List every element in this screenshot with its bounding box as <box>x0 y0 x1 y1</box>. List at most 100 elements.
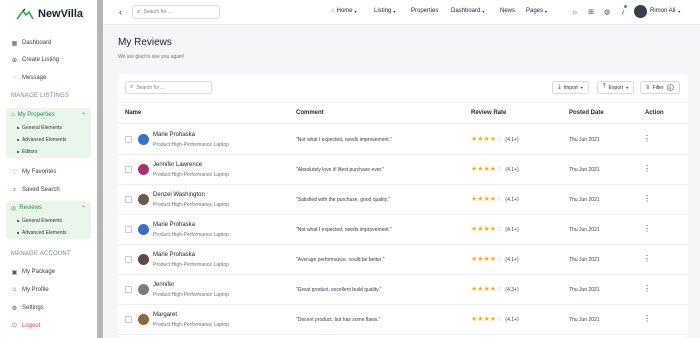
more-options-icon[interactable]: ⋮ <box>643 135 651 143</box>
star-empty-icon: ☆ <box>496 136 503 143</box>
table-row: Marie Prohaska Product:High-Performance L… <box>118 215 688 245</box>
more-options-icon[interactable]: ⋮ <box>643 315 651 323</box>
sidebar-item-saved-search[interactable]: ⌕ Saved Search <box>0 183 97 197</box>
scrollbar-thumb[interactable] <box>97 0 103 338</box>
row-checkbox[interactable] <box>125 226 132 233</box>
chevron-down-icon: ▾ <box>545 8 548 14</box>
more-options-icon[interactable]: ⋮ <box>643 195 651 203</box>
star-rating: ★ ★ ★ ★ ☆ (4.3+) <box>471 286 519 293</box>
user-menu[interactable]: Rimon Ali ▾ <box>650 8 680 14</box>
topbar-search-input[interactable]: ⌕ Search for ... <box>132 5 220 19</box>
sidebar-item-message[interactable]: ◌ Message <box>0 71 97 85</box>
row-checkbox[interactable] <box>125 286 132 293</box>
column-header-name[interactable]: Name <box>125 110 141 116</box>
sidebar-subitem-editors[interactable]: Editors <box>6 146 91 158</box>
user-avatar[interactable] <box>634 5 647 18</box>
more-options-icon[interactable]: ⋮ <box>643 165 651 173</box>
menu-label: News <box>500 8 516 14</box>
posted-date: Thu Jun 2021 <box>569 137 600 143</box>
chevron-up-icon: ⌃ <box>80 205 86 212</box>
menu-label: Properties <box>411 8 439 14</box>
reviewer-name[interactable]: Margaret <box>153 312 177 318</box>
more-options-icon[interactable]: ⋮ <box>643 225 651 233</box>
row-checkbox[interactable] <box>125 196 132 203</box>
column-header-review-rate[interactable]: Review Rate <box>471 110 506 116</box>
sidebar-item-my-profile[interactable]: ☺ My Profile <box>0 283 97 297</box>
review-icon: ◎ <box>11 205 17 212</box>
sidebar-subitem-advanced-elements[interactable]: Advanced Elements <box>6 134 91 146</box>
more-options-icon[interactable]: ⋮ <box>643 285 651 293</box>
star-rating: ★ ★ ★ ★ ☆ (4.1+) <box>471 316 519 323</box>
menu-properties[interactable]: Properties <box>411 8 438 14</box>
package-icon: ▣ <box>11 269 18 276</box>
apps-grid-icon[interactable]: ⊞ <box>586 7 596 17</box>
sidebar-subitem-general-elements[interactable]: General Elements <box>6 215 91 227</box>
sidebar-item-create-listing[interactable]: ⊕ Create Listing <box>0 53 97 67</box>
reviewer-name[interactable]: Jennifer Lawrence <box>153 162 202 168</box>
export-button[interactable]: ⤒ Export ▾ <box>597 81 635 94</box>
menu-home[interactable]: ⌂ Home ▾ <box>331 8 357 14</box>
reviewer-name[interactable]: Marie Prohaska <box>153 132 195 138</box>
review-comment: "Satisfied with the purchase, good quali… <box>296 197 391 203</box>
sidebar-subitem-general-elements[interactable]: General Elements <box>6 122 91 134</box>
sidebar-item-label: My Profile <box>22 287 49 293</box>
user-name: Rimon Ali <box>650 8 676 14</box>
home-icon: ⌂ <box>11 112 15 118</box>
sidebar-item-dashboard[interactable]: ▦ Dashboard <box>0 36 97 50</box>
product-name: Product:High-Performance Laptop <box>153 262 229 268</box>
sidebar-item-my-package[interactable]: ▣ My Package <box>0 265 97 279</box>
sidebar-item-logout[interactable]: ⏻ Logout <box>0 319 97 333</box>
reviewer-name[interactable]: Jennifer <box>153 282 174 288</box>
language-icon[interactable]: ◍ <box>602 7 612 17</box>
filter-button[interactable]: ≡ Filter 0 <box>640 81 680 94</box>
avatar <box>138 164 149 175</box>
theme-toggle-icon[interactable]: ☼ <box>570 7 580 17</box>
menu-dashboard[interactable]: Dashboard ▾ <box>451 8 484 14</box>
sidebar-item-my-favorites[interactable]: ♡ My Favorites <box>0 165 97 179</box>
sidebar-scrollbar[interactable] <box>97 0 103 338</box>
more-options-icon[interactable]: ⋮ <box>643 255 651 263</box>
sidebar-subitem-advanced-elements[interactable]: Advanced Elements <box>6 227 91 239</box>
posted-date: Thu Jun 2021 <box>569 227 600 233</box>
column-header-posted-date[interactable]: Posted Date <box>569 110 604 116</box>
sidebar-item-my-properties[interactable]: ⌂ My Properties ⌃ <box>6 108 91 122</box>
sidebar-item-label: Settings <box>22 305 44 311</box>
row-checkbox[interactable] <box>125 136 132 143</box>
import-button[interactable]: ⤓ Import ▾ <box>552 81 589 94</box>
star-empty-icon: ☆ <box>496 286 503 293</box>
reviewer-name[interactable]: Marie Prohaska <box>153 252 195 258</box>
reviewer-name[interactable]: Denzel Washington <box>153 192 205 198</box>
product-name: Product:High-Performance Laptop <box>153 322 229 328</box>
rating-value: (4.1+) <box>505 196 519 203</box>
reviewer-name[interactable]: Marie Prohaska <box>153 222 195 228</box>
settings-icon: ⚙ <box>11 305 18 312</box>
search-placeholder: Search for ... <box>136 84 165 91</box>
menu-news[interactable]: News <box>500 8 515 14</box>
search-icon: ⌕ <box>137 8 141 15</box>
sidebar-item-settings[interactable]: ⚙ Settings <box>0 301 97 315</box>
menu-pages[interactable]: Pages ▾ <box>526 8 547 14</box>
brand-logo[interactable]: NewVilla <box>16 7 83 21</box>
sidebar-group-reviews: ◎ Reviews ⌃ General Elements Advanced El… <box>6 201 91 239</box>
chevron-down-icon: ▾ <box>678 8 681 14</box>
row-checkbox[interactable] <box>125 256 132 263</box>
row-checkbox[interactable] <box>125 166 132 173</box>
product-name: Product:High-Performance Laptop <box>153 142 229 148</box>
sidebar-item-label: Create Listing <box>22 57 60 63</box>
avatar <box>138 284 149 295</box>
bell-icon[interactable]: ♪ <box>618 7 628 17</box>
star-empty-icon: ☆ <box>496 226 503 233</box>
menu-listing[interactable]: Listing ▾ <box>374 8 395 14</box>
collapse-sidebar-icon[interactable]: ‹ <box>119 7 122 17</box>
star-rating: ★ ★ ★ ★ ☆ (4.1+) <box>471 196 519 203</box>
table-search-input[interactable]: ⌕ Search for ... <box>125 81 212 94</box>
chevron-down-icon: ▾ <box>393 8 396 14</box>
sidebar-item-reviews[interactable]: ◎ Reviews ⌃ <box>6 201 91 215</box>
star-empty-icon: ☆ <box>496 256 503 263</box>
review-comment: "Average performance, could be better." <box>296 257 385 263</box>
sidebar-group-my-properties: ⌂ My Properties ⌃ General Elements Advan… <box>6 108 91 158</box>
column-header-comment[interactable]: Comment <box>296 110 324 116</box>
sidebar-item-label: My Properties <box>17 112 55 118</box>
export-icon: ⤒ <box>603 84 606 90</box>
row-checkbox[interactable] <box>125 316 132 323</box>
